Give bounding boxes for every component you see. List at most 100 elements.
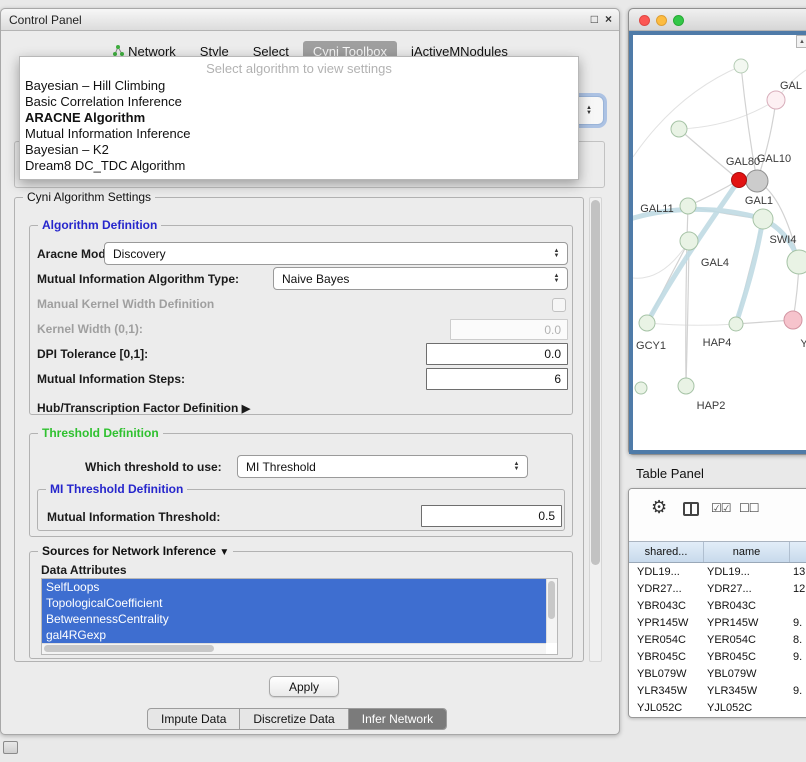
mi-algorithm-type-select[interactable]: Naive Bayes ▲▼ — [273, 267, 568, 290]
table-row[interactable]: YER054C YER054C 8. — [629, 631, 806, 648]
table-row[interactable]: YBL079W YBL079W — [629, 665, 806, 682]
dropdown-item-mutual-information[interactable]: Mutual Information Inference — [20, 126, 578, 142]
network-node[interactable] — [734, 59, 748, 73]
table-row[interactable]: YDL19... YDL19... 13 — [629, 563, 806, 580]
tab-discretize-data[interactable]: Discretize Data — [239, 709, 347, 729]
apply-button-label: Apply — [289, 680, 319, 694]
dpi-tolerance-label: DPI Tolerance [0,1]: — [37, 347, 148, 361]
network-node[interactable] — [767, 91, 785, 109]
scroll-up-icon: ▲ — [799, 39, 805, 45]
aracne-mode-select[interactable]: Discovery ▲▼ — [104, 242, 568, 265]
node-gal11[interactable] — [680, 198, 696, 214]
list-item-betweennesscentrality[interactable]: BetweennessCentrality — [42, 611, 546, 627]
node-label: GCY1 — [636, 340, 666, 352]
dropdown-item-basic-correlation[interactable]: Basic Correlation Inference — [20, 94, 578, 110]
node-gal4[interactable] — [680, 232, 698, 250]
gear-icon[interactable]: ⚙ — [651, 497, 667, 518]
apply-button[interactable]: Apply — [269, 676, 339, 697]
canvas-scrollbar-up-button[interactable]: ▲ — [796, 35, 806, 48]
table-panel-window: ⚙ ☑☑ ☐☐ shared... name YDL19... YDL19...… — [628, 488, 806, 718]
cell: YER054C — [629, 634, 704, 646]
algorithm-combobox-fragment[interactable]: ▲▼ — [577, 96, 604, 125]
sources-group-title[interactable]: Sources for Network Inference ▼ — [38, 544, 233, 558]
column-header-name[interactable]: name — [704, 542, 790, 562]
deselect-all-checkboxes-icon[interactable]: ☐☐ — [739, 501, 759, 515]
table-row[interactable]: YLR345W YLR345W 9. — [629, 682, 806, 699]
node-hap2[interactable] — [678, 378, 694, 394]
node-label: Y — [800, 338, 806, 350]
attributes-vertical-scrollbar[interactable] — [546, 579, 557, 643]
node-gcy1[interactable] — [639, 315, 655, 331]
mi-steps-input[interactable] — [426, 368, 568, 390]
which-threshold-value: MI Threshold — [238, 460, 509, 474]
list-item-selfloops[interactable]: SelfLoops — [42, 579, 546, 595]
which-threshold-select[interactable]: MI Threshold ▲▼ — [237, 455, 528, 478]
cell: 8. — [790, 634, 806, 646]
network-graph: GAL GAL80 GAL10 GAL11 GAL1 SWI4 GAL4 GCY… — [633, 35, 806, 450]
dropdown-item-dream8[interactable]: Dream8 DC_TDC Algorithm — [20, 158, 578, 174]
node-gal10[interactable] — [746, 170, 768, 192]
node-selected-red[interactable] — [732, 173, 747, 188]
float-window-icon[interactable]: □ — [591, 12, 598, 26]
node-gal1[interactable] — [753, 209, 773, 229]
dropdown-item-aracne[interactable]: ARACNE Algorithm — [20, 110, 578, 126]
network-edges-highlighted — [633, 180, 799, 324]
cell: YPR145W — [629, 617, 704, 629]
network-canvas[interactable]: GAL GAL80 GAL10 GAL11 GAL1 SWI4 GAL4 GCY… — [633, 35, 806, 450]
cell: YBL079W — [704, 668, 790, 680]
node-hap4[interactable] — [784, 311, 802, 329]
kernel-width-input[interactable] — [450, 319, 568, 340]
hub-section-toggle[interactable]: Hub/Transcription Factor Definition ▶ — [37, 401, 250, 415]
columns-icon[interactable] — [683, 502, 699, 516]
column-header-clipped[interactable] — [790, 542, 806, 562]
cell: 13 — [790, 566, 806, 578]
node-label: HAP4 — [703, 337, 732, 349]
traffic-lights — [639, 15, 684, 26]
data-attributes-list[interactable]: SelfLoops TopologicalCoefficient Between… — [41, 578, 558, 655]
network-view-frame: GAL GAL80 GAL10 GAL11 GAL1 SWI4 GAL4 GCY… — [629, 31, 806, 454]
cell: YBR045C — [704, 651, 790, 663]
zoom-button[interactable] — [673, 15, 684, 26]
table-row[interactable]: YBR043C YBR043C — [629, 597, 806, 614]
control-panel-window: Control Panel □ × Network Style Select C… — [0, 8, 620, 735]
dpi-tolerance-input[interactable] — [426, 343, 568, 365]
column-header-shared-name[interactable]: shared... — [629, 542, 704, 562]
expand-right-icon: ▶ — [242, 403, 250, 415]
table-row[interactable]: YJL052C YJL052C — [629, 699, 806, 716]
data-attributes-label: Data Attributes — [41, 563, 127, 577]
dropdown-item-bayesian-hill-climbing[interactable]: Bayesian – Hill Climbing — [20, 78, 578, 94]
node-label: SWI4 — [770, 234, 797, 246]
select-all-checkboxes-icon[interactable]: ☑☑ — [711, 501, 731, 515]
close-window-icon[interactable]: × — [605, 12, 612, 26]
table-row[interactable]: YDR27... YDR27... 12 — [629, 580, 806, 597]
tab-impute-data[interactable]: Impute Data — [148, 709, 239, 729]
control-panel-titlebar[interactable]: Control Panel □ × — [1, 9, 619, 31]
network-node[interactable] — [635, 382, 647, 394]
table-row[interactable]: YBR045C YBR045C 9. — [629, 648, 806, 665]
network-node[interactable] — [671, 121, 687, 137]
network-node[interactable] — [787, 250, 806, 274]
table-toolbar: ⚙ ☑☑ ☐☐ — [629, 489, 806, 541]
table-row[interactable]: YPR145W YPR145W 9. — [629, 614, 806, 631]
combo-arrows-icon: ▲▼ — [582, 106, 597, 116]
mi-threshold-input[interactable] — [421, 505, 562, 527]
minimized-panel-icon[interactable] — [3, 741, 18, 754]
algorithm-definition-title: Algorithm Definition — [38, 218, 161, 232]
node-label: GAL1 — [745, 195, 773, 207]
sources-title-label: Sources for Network Inference — [42, 544, 216, 558]
titlebar-buttons: □ × — [591, 12, 612, 26]
minimize-button[interactable] — [656, 15, 667, 26]
settings-scrollbar[interactable] — [589, 197, 602, 662]
close-button[interactable] — [639, 15, 650, 26]
settings-scrollbar-thumb[interactable] — [591, 200, 600, 565]
network-window-titlebar[interactable] — [629, 9, 806, 31]
cell: YDR27... — [704, 583, 790, 595]
network-node[interactable] — [729, 317, 743, 331]
dropdown-item-bayesian-k2[interactable]: Bayesian – K2 — [20, 142, 578, 158]
combo-arrows-icon: ▲▼ — [509, 462, 524, 472]
tab-infer-network[interactable]: Infer Network — [348, 709, 446, 729]
list-item-gal4rgexp[interactable]: gal4RGexp — [42, 627, 546, 643]
attributes-horizontal-scrollbar[interactable] — [42, 643, 546, 654]
manual-kernel-checkbox[interactable] — [552, 298, 566, 312]
list-item-topologicalcoefficient[interactable]: TopologicalCoefficient — [42, 595, 546, 611]
